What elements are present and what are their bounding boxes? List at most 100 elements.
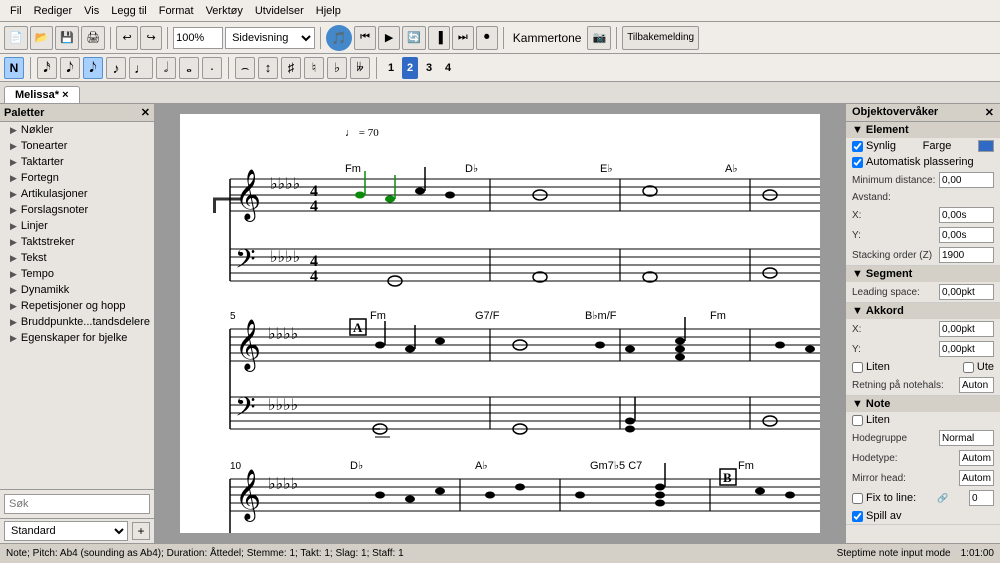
x-input[interactable]	[939, 207, 994, 223]
natural-button[interactable]: ♮	[304, 57, 324, 79]
y-input[interactable]	[939, 227, 994, 243]
menu-fil[interactable]: Fil	[4, 3, 28, 19]
chord-section-header[interactable]: ▼ Akkord	[846, 303, 1000, 319]
redo-button[interactable]: ↪	[140, 26, 162, 50]
voice-1-button[interactable]: 1	[383, 57, 399, 79]
visible-checkbox[interactable]	[852, 141, 863, 152]
open-button[interactable]: 📂	[30, 26, 54, 50]
palette-add-button[interactable]: +	[132, 522, 150, 540]
menu-verktoy[interactable]: Verktøy	[200, 3, 249, 19]
sharp-button[interactable]: ♯	[281, 57, 301, 79]
16th-note-button[interactable]: 𝅘𝅥𝅮	[83, 57, 103, 79]
palette-repetisjoner[interactable]: ▶Repetisjoner og hopp	[0, 298, 154, 314]
element-section-header[interactable]: ▼ Element	[846, 122, 1000, 138]
palette-fortegn[interactable]: ▶Fortegn	[0, 170, 154, 186]
chord-small-checkbox[interactable]	[852, 362, 863, 373]
menu-vis[interactable]: Vis	[78, 3, 105, 19]
menu-hjelp[interactable]: Hjelp	[310, 3, 347, 19]
chord-small-check[interactable]: Liten	[852, 361, 890, 373]
note-small-check[interactable]: Liten	[852, 414, 890, 426]
score-area[interactable]: ♩ = 70 ⌐ 𝄞 ♭♭♭♭	[155, 104, 845, 543]
tabs-bar: Melissa* ×	[0, 82, 1000, 104]
print-button[interactable]: 🖨	[81, 26, 105, 50]
direction-input[interactable]	[959, 377, 994, 393]
mirror-head-input[interactable]	[959, 470, 994, 486]
chord-y-input[interactable]	[939, 341, 994, 357]
new-button[interactable]: 📄	[4, 26, 28, 50]
palette-close-icon[interactable]: ✕	[141, 106, 150, 119]
voice-2-button[interactable]: 2	[402, 57, 418, 79]
play-button[interactable]: ▶	[378, 26, 400, 50]
color-swatch[interactable]	[978, 140, 994, 152]
record-button[interactable]: ⏺	[476, 26, 498, 50]
voice-3-button[interactable]: 3	[421, 57, 437, 79]
play-checkbox[interactable]	[852, 511, 863, 522]
menu-utvidelser[interactable]: Utvidelser	[249, 3, 310, 19]
flip-button[interactable]: ↕	[258, 57, 278, 79]
8th-note-button[interactable]: ♪	[106, 57, 126, 79]
half-note-button[interactable]: 𝅗𝅥	[156, 57, 176, 79]
save-button[interactable]: 💾	[55, 26, 79, 50]
chord-outside-check[interactable]: Ute	[963, 361, 994, 373]
quarter-note-button[interactable]: ♩	[129, 57, 153, 79]
stacking-input[interactable]	[939, 247, 994, 263]
voice-4-button[interactable]: 4	[440, 57, 456, 79]
whole-note-button[interactable]: 𝅝	[179, 57, 199, 79]
tie-button[interactable]: ⌢	[235, 57, 255, 79]
32nd-note-button[interactable]: 𝅘𝅥𝅮	[60, 57, 80, 79]
palette-taktstreker[interactable]: ▶Taktstreker	[0, 234, 154, 250]
head-type-row: Hodetype:	[846, 448, 1000, 468]
loop-button[interactable]: 🔄	[402, 26, 426, 50]
chord-x-input[interactable]	[939, 321, 994, 337]
64th-note-button[interactable]: 𝅘𝅥𝅯	[37, 57, 57, 79]
auto-place-checkbox[interactable]	[852, 157, 863, 168]
fix-to-line-check[interactable]: Fix to line:	[852, 492, 916, 504]
properties-close-icon[interactable]: ✕	[985, 106, 994, 119]
note-small-row: Liten	[846, 412, 1000, 428]
zoom-input[interactable]	[173, 27, 223, 49]
dot-button[interactable]: ·	[202, 57, 222, 79]
undo-button[interactable]: ↩	[116, 26, 138, 50]
palette-tekst[interactable]: ▶Tekst	[0, 250, 154, 266]
note-small-checkbox[interactable]	[852, 415, 863, 426]
palette-bruddpunkte[interactable]: ▶Bruddpunkte...tandsdelere	[0, 314, 154, 330]
visible-check[interactable]: Synlig	[852, 140, 896, 152]
fix-to-line-label: Fix to line:	[866, 492, 916, 504]
palette-tonearter[interactable]: ▶Tonearter	[0, 138, 154, 154]
metro-left-button[interactable]: ▐	[428, 26, 450, 50]
auto-place-check[interactable]: Automatisk plassering	[852, 156, 974, 168]
note-input-button[interactable]: N	[4, 57, 24, 79]
view-mode-select[interactable]: Sidevisning	[225, 27, 315, 49]
play-check[interactable]: Spill av	[852, 510, 901, 522]
menu-legg-til[interactable]: Legg til	[105, 3, 152, 19]
palette-dynamikk[interactable]: ▶Dynamikk	[0, 282, 154, 298]
palette-search-input[interactable]	[4, 494, 150, 514]
palette-egenskaper[interactable]: ▶Egenskaper for bjelke	[0, 330, 154, 346]
leading-space-input[interactable]	[939, 284, 994, 300]
segment-section-header[interactable]: ▼ Segment	[846, 266, 1000, 282]
palette-taktarter[interactable]: ▶Taktarter	[0, 154, 154, 170]
note-section-header[interactable]: ▼ Note	[846, 396, 1000, 412]
chord-outside-checkbox[interactable]	[963, 362, 974, 373]
double-flat-button[interactable]: 𝄫	[350, 57, 370, 79]
fix-to-line-checkbox[interactable]	[852, 493, 863, 504]
palette-forslagsnoter[interactable]: ▶Forslagsnoter	[0, 202, 154, 218]
tab-melissa[interactable]: Melissa* ×	[4, 86, 80, 103]
head-type-input[interactable]	[959, 450, 994, 466]
menu-format[interactable]: Format	[153, 3, 200, 19]
feedback-button[interactable]: Tilbakemelding	[622, 26, 699, 50]
play-start-button[interactable]: ⏮	[354, 26, 376, 50]
palette-style-select[interactable]: Standard	[4, 521, 128, 541]
camera-button[interactable]: 📷	[587, 26, 611, 50]
menu-rediger[interactable]: Rediger	[28, 3, 79, 19]
head-group-input[interactable]	[939, 430, 994, 446]
palette-linjer[interactable]: ▶Linjer	[0, 218, 154, 234]
flat-button[interactable]: ♭	[327, 57, 347, 79]
fix-to-line-input[interactable]	[969, 490, 994, 506]
palette-artikulasjoner[interactable]: ▶Artikulasjoner	[0, 186, 154, 202]
tuner-button[interactable]: 🎵	[326, 25, 352, 51]
play-end-button[interactable]: ⏭	[452, 26, 474, 50]
palette-tempo[interactable]: ▶Tempo	[0, 266, 154, 282]
min-distance-input[interactable]	[939, 172, 994, 188]
palette-nokler[interactable]: ▶Nøkler	[0, 122, 154, 138]
